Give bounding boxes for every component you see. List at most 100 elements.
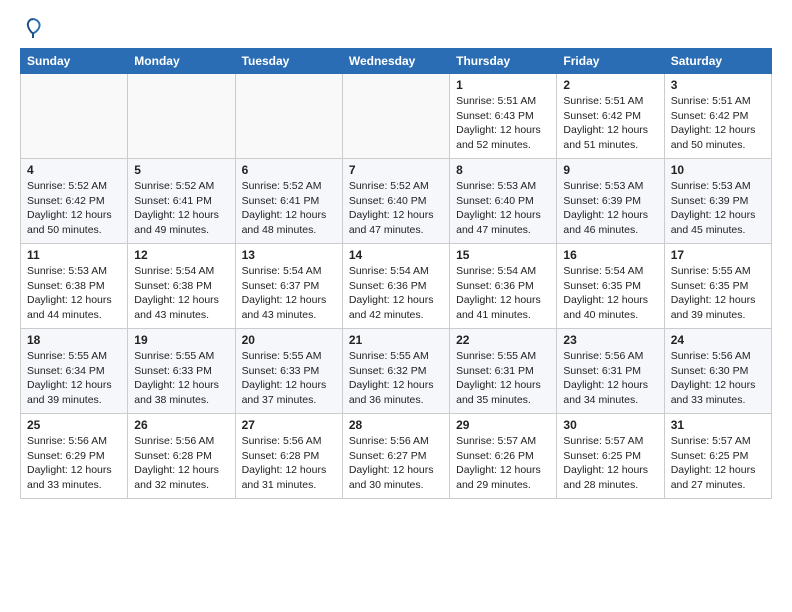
cell-info: Sunrise: 5:53 AMSunset: 6:38 PMDaylight:… (27, 264, 121, 323)
day-number: 12 (134, 248, 228, 262)
calendar-week-row: 11 Sunrise: 5:53 AMSunset: 6:38 PMDayligh… (21, 244, 772, 329)
day-number: 11 (27, 248, 121, 262)
cell-info: Sunrise: 5:55 AMSunset: 6:35 PMDaylight:… (671, 264, 765, 323)
day-number: 26 (134, 418, 228, 432)
day-number: 31 (671, 418, 765, 432)
calendar-cell: 21 Sunrise: 5:55 AMSunset: 6:32 PMDayligh… (342, 329, 449, 414)
calendar-week-row: 25 Sunrise: 5:56 AMSunset: 6:29 PMDayligh… (21, 414, 772, 499)
cell-info: Sunrise: 5:56 AMSunset: 6:31 PMDaylight:… (563, 349, 657, 408)
day-number: 20 (242, 333, 336, 347)
calendar-cell: 24 Sunrise: 5:56 AMSunset: 6:30 PMDayligh… (664, 329, 771, 414)
weekday-header-tuesday: Tuesday (235, 49, 342, 74)
day-number: 15 (456, 248, 550, 262)
cell-info: Sunrise: 5:56 AMSunset: 6:29 PMDaylight:… (27, 434, 121, 493)
calendar-cell: 31 Sunrise: 5:57 AMSunset: 6:25 PMDayligh… (664, 414, 771, 499)
header (20, 16, 772, 38)
logo-icon (22, 16, 44, 38)
logo (20, 16, 44, 38)
day-number: 19 (134, 333, 228, 347)
day-number: 22 (456, 333, 550, 347)
cell-info: Sunrise: 5:54 AMSunset: 6:37 PMDaylight:… (242, 264, 336, 323)
calendar-cell: 30Sunrise: 5:57 AMSunset: 6:25 PMDayligh… (557, 414, 664, 499)
cell-info: Sunrise: 5:51 AMSunset: 6:43 PMDaylight:… (456, 94, 550, 153)
day-number: 24 (671, 333, 765, 347)
day-number: 8 (456, 163, 550, 177)
calendar-cell: 3 Sunrise: 5:51 AMSunset: 6:42 PMDaylight… (664, 74, 771, 159)
calendar-cell: 29 Sunrise: 5:57 AMSunset: 6:26 PMDayligh… (450, 414, 557, 499)
calendar-cell: 18Sunrise: 5:55 AMSunset: 6:34 PMDayligh… (21, 329, 128, 414)
day-number: 6 (242, 163, 336, 177)
calendar-cell: 11 Sunrise: 5:53 AMSunset: 6:38 PMDayligh… (21, 244, 128, 329)
cell-info: Sunrise: 5:52 AMSunset: 6:42 PMDaylight:… (27, 179, 121, 238)
calendar-cell: 6 Sunrise: 5:52 AMSunset: 6:41 PMDaylight… (235, 159, 342, 244)
day-number: 25 (27, 418, 121, 432)
day-number: 7 (349, 163, 443, 177)
cell-info: Sunrise: 5:52 AMSunset: 6:40 PMDaylight:… (349, 179, 443, 238)
calendar-cell: 27 Sunrise: 5:56 AMSunset: 6:28 PMDayligh… (235, 414, 342, 499)
day-number: 5 (134, 163, 228, 177)
cell-info: Sunrise: 5:57 AMSunset: 6:25 PMDaylight:… (671, 434, 765, 493)
cell-info: Sunrise: 5:55 AMSunset: 6:33 PMDaylight:… (242, 349, 336, 408)
day-number: 3 (671, 78, 765, 92)
day-number: 2 (563, 78, 657, 92)
calendar-cell: 16Sunrise: 5:54 AMSunset: 6:35 PMDayligh… (557, 244, 664, 329)
cell-info: Sunrise: 5:54 AMSunset: 6:36 PMDaylight:… (456, 264, 550, 323)
day-number: 30 (563, 418, 657, 432)
calendar-cell: 10 Sunrise: 5:53 AMSunset: 6:39 PMDayligh… (664, 159, 771, 244)
calendar-cell: 19 Sunrise: 5:55 AMSunset: 6:33 PMDayligh… (128, 329, 235, 414)
day-number: 16 (563, 248, 657, 262)
cell-info: Sunrise: 5:53 AMSunset: 6:39 PMDaylight:… (563, 179, 657, 238)
day-number: 1 (456, 78, 550, 92)
calendar-cell: 17 Sunrise: 5:55 AMSunset: 6:35 PMDayligh… (664, 244, 771, 329)
cell-info: Sunrise: 5:53 AMSunset: 6:39 PMDaylight:… (671, 179, 765, 238)
weekday-header-wednesday: Wednesday (342, 49, 449, 74)
calendar-cell: 15 Sunrise: 5:54 AMSunset: 6:36 PMDayligh… (450, 244, 557, 329)
cell-info: Sunrise: 5:56 AMSunset: 6:28 PMDaylight:… (242, 434, 336, 493)
cell-info: Sunrise: 5:54 AMSunset: 6:38 PMDaylight:… (134, 264, 228, 323)
calendar-cell: 12 Sunrise: 5:54 AMSunset: 6:38 PMDayligh… (128, 244, 235, 329)
calendar-week-row: 18Sunrise: 5:55 AMSunset: 6:34 PMDayligh… (21, 329, 772, 414)
calendar-cell: 23 Sunrise: 5:56 AMSunset: 6:31 PMDayligh… (557, 329, 664, 414)
weekday-header-friday: Friday (557, 49, 664, 74)
cell-info: Sunrise: 5:55 AMSunset: 6:33 PMDaylight:… (134, 349, 228, 408)
calendar-cell: 5 Sunrise: 5:52 AMSunset: 6:41 PMDaylight… (128, 159, 235, 244)
calendar-week-row: 1 Sunrise: 5:51 AMSunset: 6:43 PMDaylight… (21, 74, 772, 159)
cell-info: Sunrise: 5:56 AMSunset: 6:28 PMDaylight:… (134, 434, 228, 493)
cell-info: Sunrise: 5:55 AMSunset: 6:31 PMDaylight:… (456, 349, 550, 408)
day-number: 14 (349, 248, 443, 262)
calendar-cell (128, 74, 235, 159)
calendar-cell (342, 74, 449, 159)
calendar-cell: 1 Sunrise: 5:51 AMSunset: 6:43 PMDaylight… (450, 74, 557, 159)
cell-info: Sunrise: 5:51 AMSunset: 6:42 PMDaylight:… (671, 94, 765, 153)
cell-info: Sunrise: 5:56 AMSunset: 6:30 PMDaylight:… (671, 349, 765, 408)
day-number: 27 (242, 418, 336, 432)
weekday-header-sunday: Sunday (21, 49, 128, 74)
calendar-cell: 2 Sunrise: 5:51 AMSunset: 6:42 PMDaylight… (557, 74, 664, 159)
cell-info: Sunrise: 5:52 AMSunset: 6:41 PMDaylight:… (242, 179, 336, 238)
day-number: 21 (349, 333, 443, 347)
calendar-cell: 22 Sunrise: 5:55 AMSunset: 6:31 PMDayligh… (450, 329, 557, 414)
calendar-table: SundayMondayTuesdayWednesdayThursdayFrid… (20, 48, 772, 499)
day-number: 4 (27, 163, 121, 177)
calendar-cell: 8Sunrise: 5:53 AMSunset: 6:40 PMDaylight… (450, 159, 557, 244)
calendar-cell (235, 74, 342, 159)
calendar-cell: 7 Sunrise: 5:52 AMSunset: 6:40 PMDaylight… (342, 159, 449, 244)
weekday-header-saturday: Saturday (664, 49, 771, 74)
cell-info: Sunrise: 5:57 AMSunset: 6:26 PMDaylight:… (456, 434, 550, 493)
calendar-cell: 25 Sunrise: 5:56 AMSunset: 6:29 PMDayligh… (21, 414, 128, 499)
day-number: 18 (27, 333, 121, 347)
weekday-header-row: SundayMondayTuesdayWednesdayThursdayFrid… (21, 49, 772, 74)
day-number: 17 (671, 248, 765, 262)
calendar-cell: 13Sunrise: 5:54 AMSunset: 6:37 PMDayligh… (235, 244, 342, 329)
cell-info: Sunrise: 5:52 AMSunset: 6:41 PMDaylight:… (134, 179, 228, 238)
cell-info: Sunrise: 5:51 AMSunset: 6:42 PMDaylight:… (563, 94, 657, 153)
day-number: 9 (563, 163, 657, 177)
calendar-cell: 14Sunrise: 5:54 AMSunset: 6:36 PMDayligh… (342, 244, 449, 329)
day-number: 23 (563, 333, 657, 347)
day-number: 29 (456, 418, 550, 432)
day-number: 10 (671, 163, 765, 177)
weekday-header-monday: Monday (128, 49, 235, 74)
cell-info: Sunrise: 5:56 AMSunset: 6:27 PMDaylight:… (349, 434, 443, 493)
cell-info: Sunrise: 5:55 AMSunset: 6:32 PMDaylight:… (349, 349, 443, 408)
day-number: 28 (349, 418, 443, 432)
